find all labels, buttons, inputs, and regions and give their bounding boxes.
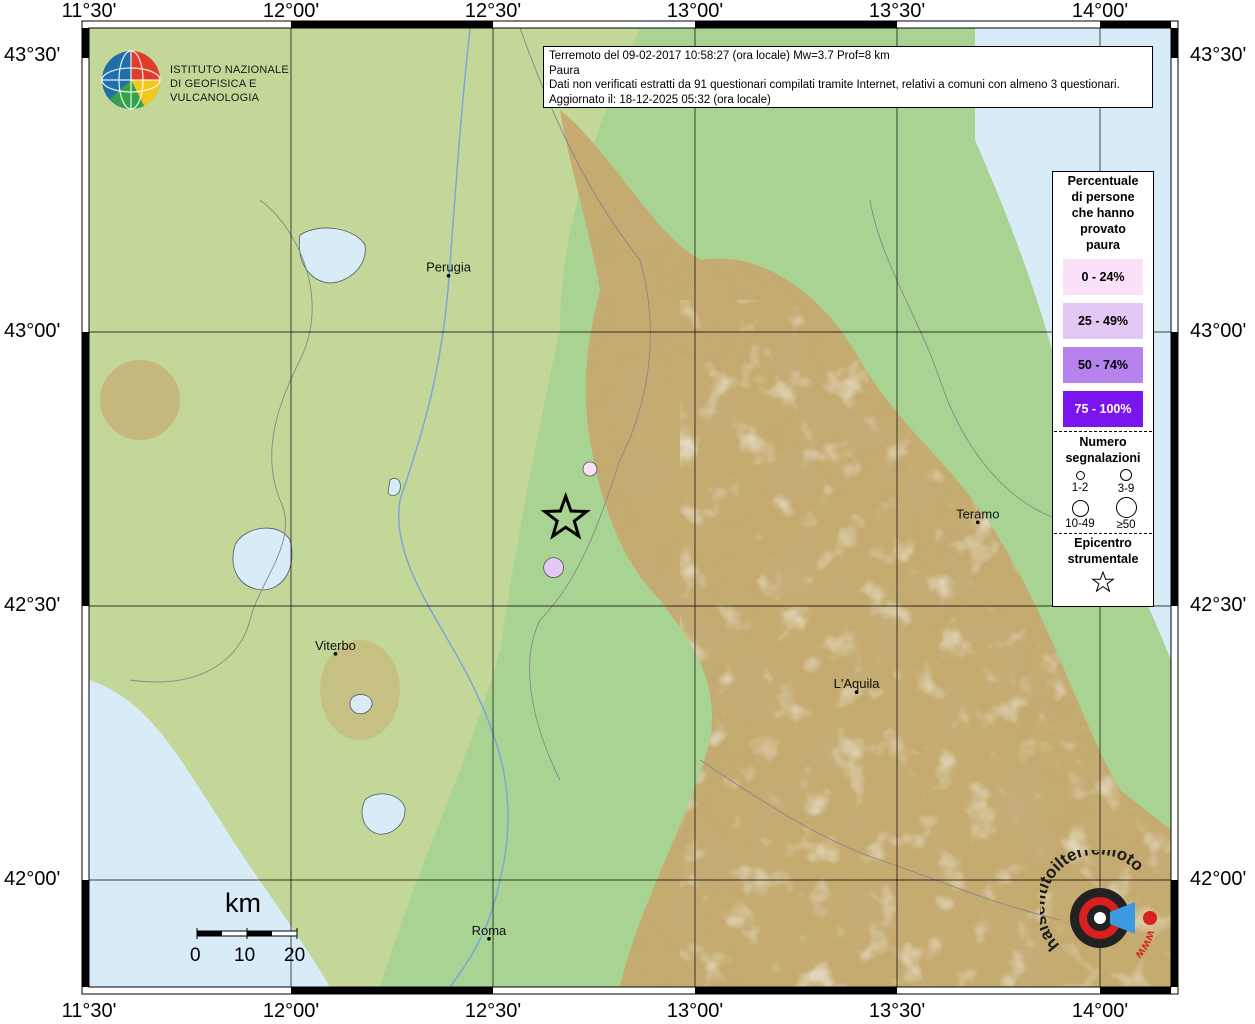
legend-title: Percentuale di persone che hanno provato…	[1053, 173, 1153, 253]
legend-title-line: Numero	[1079, 435, 1127, 449]
legend-class-swatch: 25 - 49%	[1063, 303, 1143, 339]
legend-count-title: Numero segnalazioni	[1053, 434, 1153, 466]
scale-tick-label: 20	[284, 945, 306, 966]
lon-label-top: 13°00'	[666, 0, 724, 22]
hsit-logo-icon: haisentitoilterremoto.it www	[1029, 835, 1159, 962]
legend-title-line: paura	[1085, 238, 1121, 252]
lake-corbara	[387, 478, 401, 496]
star-icon	[1091, 570, 1115, 593]
ingv-logo: ISTITUTO NAZIONALE DI GEOFISICA E VULCAN…	[100, 47, 320, 112]
lake-bolsena	[232, 527, 293, 591]
lat-label-right: 42°00'	[1190, 868, 1247, 890]
update-time: Aggiornato il: 18-12-2025 05:32 (ora loc…	[549, 93, 771, 106]
legend-count-item: 1-2	[1057, 468, 1103, 495]
city-label: L'Aquila	[834, 676, 881, 691]
legend-title-line: strumentale	[1067, 552, 1139, 566]
lon-label-bottom: 11°30'	[61, 1000, 117, 1022]
hsit-logo-www: www	[1132, 928, 1159, 962]
legend-class-swatch: 50 - 74%	[1063, 347, 1143, 383]
lon-label-bottom: 13°00'	[666, 1000, 724, 1022]
city-label: Viterbo	[315, 638, 356, 653]
legend-count-item: ≥50	[1103, 497, 1149, 531]
scale-tick-label: 0	[190, 945, 201, 966]
lon-label-top: 12°30'	[464, 0, 522, 22]
ingv-logo-line1: ISTITUTO NAZIONALE	[170, 64, 289, 76]
map-legend: Percentuale di persone che hanno provato…	[1052, 171, 1154, 607]
city-label: Perugia	[426, 260, 472, 275]
lat-label-right: 43°30'	[1190, 44, 1247, 66]
legend-title-line: Epicentro	[1074, 536, 1132, 550]
lon-label-top: 14°00'	[1071, 0, 1129, 22]
legend-divider	[1054, 533, 1152, 534]
legend-class-swatch: 75 - 100%	[1063, 391, 1143, 427]
lat-label-right: 43°00'	[1190, 320, 1247, 342]
lat-label-left: 42°00'	[4, 868, 61, 890]
observation-marker	[543, 557, 564, 579]
legend-count-label: ≥50	[1116, 519, 1136, 531]
scale-tick-label: 10	[234, 945, 256, 966]
lake-vico	[349, 694, 373, 715]
lat-label-right: 42°30'	[1190, 594, 1247, 616]
scale-bar-graphic	[196, 928, 298, 939]
event-title: Terremoto del 09-02-2017 10:58:27 (ora l…	[549, 50, 890, 62]
legend-title-line: di persone	[1071, 190, 1135, 204]
scale-bar: km 0 10 20	[190, 888, 310, 968]
circle-medium-icon	[1120, 469, 1132, 481]
legend-count-grid: 1-2 3-9 10-49 ≥50	[1053, 466, 1153, 533]
legend-epicenter-title: Epicentro strumentale	[1053, 535, 1153, 567]
lon-label-bottom: 12°00'	[262, 1000, 320, 1022]
lon-label-top: 12°00'	[262, 0, 320, 22]
lon-label-top: 13°30'	[868, 0, 926, 22]
city-label: Teramo	[956, 506, 999, 521]
lon-label-top: 11°30'	[61, 0, 117, 22]
circle-large-icon	[1071, 500, 1089, 517]
legend-count-label: 1-2	[1071, 482, 1089, 494]
lat-label-left: 43°30'	[4, 44, 61, 66]
lat-label-left: 43°00'	[4, 320, 61, 342]
legend-count-label: 10-49	[1065, 518, 1095, 530]
observation-marker	[582, 461, 598, 477]
city-label: Roma	[472, 923, 507, 938]
western-hills	[100, 360, 180, 440]
legend-count-item: 10-49	[1057, 497, 1103, 531]
hill-patch	[320, 640, 400, 740]
event-info-box: Terremoto del 09-02-2017 10:58:27 (ora l…	[543, 46, 1153, 108]
lon-label-bottom: 12°30'	[464, 1000, 522, 1022]
legend-title-line: segnalazioni	[1065, 451, 1141, 465]
parameter-name: Paura	[549, 64, 580, 77]
legend-title-line: che hanno	[1071, 206, 1135, 220]
circle-small-icon	[1075, 471, 1085, 480]
scale-unit: km	[225, 888, 261, 918]
circle-xlarge-icon	[1115, 497, 1137, 518]
lon-label-bottom: 13°30'	[868, 1000, 926, 1022]
ingv-logo-line2: DI GEOFISICA E VULCANOLOGIA	[170, 78, 260, 104]
legend-title-line: provato	[1080, 222, 1126, 236]
lon-label-bottom: 14°00'	[1071, 1000, 1129, 1022]
ingv-globe-icon	[101, 50, 161, 110]
legend-title-line: Percentuale	[1067, 174, 1139, 188]
legend-count-label: 3-9	[1117, 483, 1135, 495]
legend-class-swatch: 0 - 24%	[1063, 259, 1143, 295]
lat-label-left: 42°30'	[4, 594, 61, 616]
legend-count-item: 3-9	[1103, 468, 1149, 495]
svg-text:www: www	[1132, 928, 1159, 962]
data-note: Dati non verificati estratti da 91 quest…	[549, 79, 1120, 91]
legend-divider	[1054, 431, 1152, 432]
hsit-logo: haisentitoilterremoto.it www	[1029, 835, 1170, 980]
